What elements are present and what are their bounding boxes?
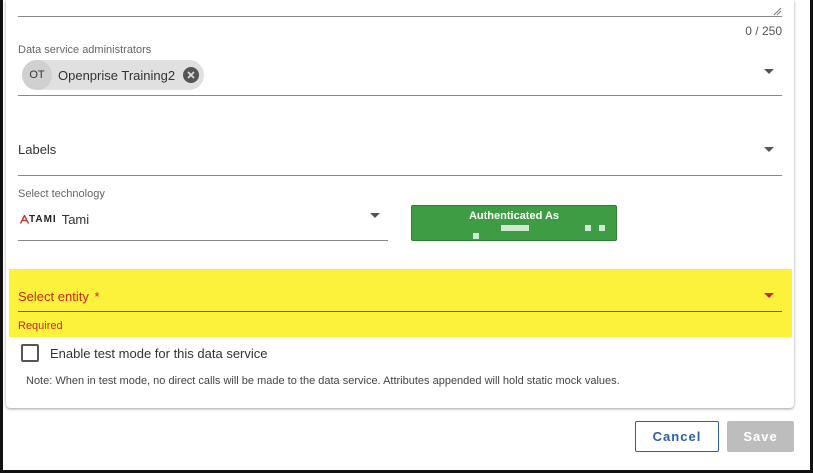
technology-logo-text: TAMI bbox=[29, 214, 57, 225]
labels-underline bbox=[18, 175, 782, 176]
cancel-button[interactable]: Cancel bbox=[635, 421, 719, 452]
technology-label: Select technology bbox=[18, 188, 105, 200]
technology-underline bbox=[18, 240, 388, 241]
remove-chip-icon[interactable] bbox=[183, 67, 200, 83]
technology-value: Tami bbox=[61, 212, 90, 227]
entity-select[interactable]: Select entity * bbox=[18, 289, 100, 304]
chevron-down-icon[interactable] bbox=[370, 213, 380, 218]
tami-logo-icon bbox=[20, 215, 29, 224]
description-textarea-underline[interactable] bbox=[18, 16, 782, 17]
entity-error: Required bbox=[18, 320, 63, 332]
redacted-account bbox=[473, 233, 479, 239]
chevron-down-icon[interactable] bbox=[764, 147, 774, 152]
authenticated-as-button[interactable]: Authenticated As bbox=[411, 205, 617, 241]
administrator-chip[interactable]: OT Openprise Training2 bbox=[22, 60, 204, 90]
entity-label: Select entity bbox=[18, 289, 89, 304]
redacted-account bbox=[585, 225, 591, 231]
chip-label: Openprise Training2 bbox=[58, 67, 176, 83]
chevron-down-icon[interactable] bbox=[764, 293, 774, 298]
administrators-underline bbox=[18, 95, 782, 96]
redacted-account bbox=[501, 225, 529, 231]
redacted-account bbox=[599, 225, 605, 231]
test-mode-checkbox[interactable] bbox=[21, 344, 39, 362]
required-marker: * bbox=[94, 289, 100, 304]
chevron-down-icon[interactable] bbox=[764, 69, 774, 74]
authenticated-as-label: Authenticated As bbox=[468, 210, 560, 222]
test-mode-label[interactable]: Enable test mode for this data service bbox=[50, 346, 268, 361]
avatar: OT bbox=[22, 60, 52, 90]
entity-highlight bbox=[9, 269, 792, 337]
technology-select[interactable]: TAMI Tami bbox=[20, 212, 89, 227]
test-mode-note: Note: When in test mode, no direct calls… bbox=[26, 375, 620, 387]
save-button[interactable]: Save bbox=[727, 421, 794, 452]
character-counter: 0 / 250 bbox=[745, 24, 782, 38]
administrators-label: Data service administrators bbox=[18, 44, 152, 56]
resize-handle-icon[interactable] bbox=[772, 6, 782, 16]
labels-select[interactable]: Labels bbox=[18, 142, 56, 157]
entity-underline bbox=[18, 311, 782, 312]
